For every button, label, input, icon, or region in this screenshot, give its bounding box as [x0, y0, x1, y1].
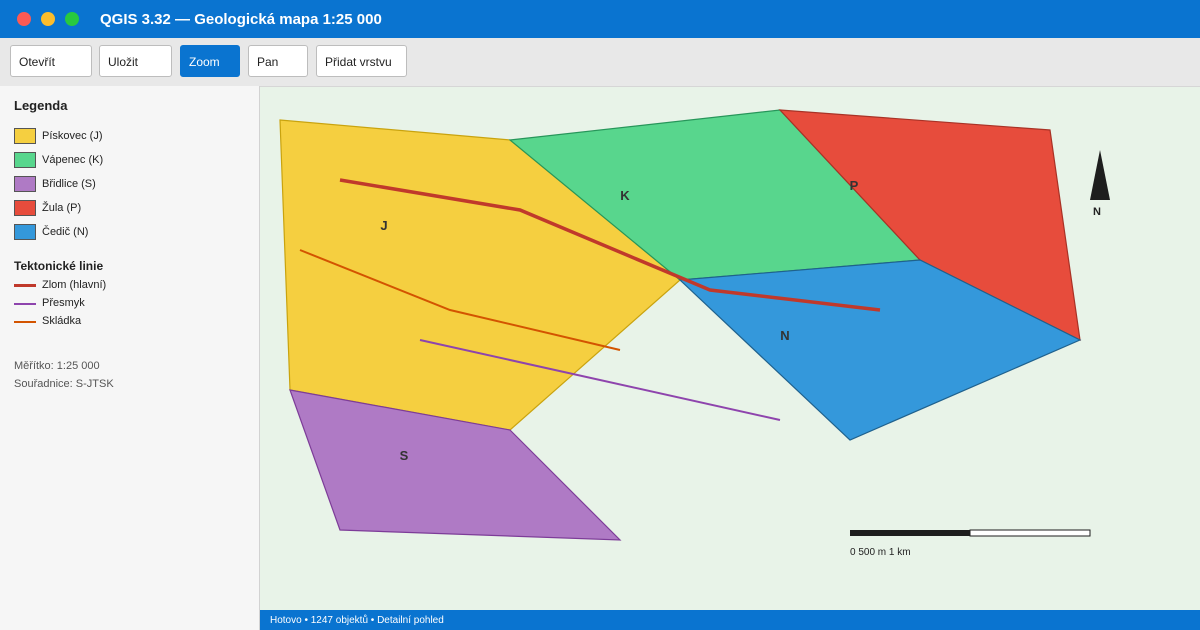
unit-label-s: S: [400, 448, 409, 463]
legend-line-swatch: [14, 321, 36, 323]
legend-swatch: [14, 128, 36, 144]
scale-info: Měřítko: 1:25 000: [14, 360, 100, 372]
close-window-button[interactable]: [17, 12, 31, 26]
north-label: N: [1093, 206, 1101, 218]
pan-button[interactable]: Pan: [248, 45, 308, 77]
scale-bar-white-segment: [969, 529, 1091, 537]
window-title: QGIS 3.32 — Geologická mapa 1:25 000: [100, 11, 382, 28]
legend-label: Pískovec (J): [42, 130, 103, 142]
map-canvas[interactable]: J K P N S N 0 500 m 1 km: [260, 86, 1200, 610]
legend-label: Břidlice (S): [42, 178, 96, 190]
legend-line-label: Zlom (hlavní): [42, 279, 107, 291]
minimize-window-button[interactable]: [41, 12, 55, 26]
legend-title: Legenda: [14, 98, 68, 113]
legend-line-label: Skládka: [42, 315, 82, 327]
unit-label-n: N: [780, 328, 789, 343]
unit-label-k: K: [620, 188, 630, 203]
legend-panel: Legenda Pískovec (J) Vápenec (K) Břidlic…: [0, 86, 260, 630]
status-text: Hotovo • 1247 objektů • Detailní pohled: [270, 615, 444, 626]
open-button[interactable]: Otevřít: [10, 45, 92, 77]
title-bar: QGIS 3.32 — Geologická mapa 1:25 000: [0, 0, 1200, 38]
save-button[interactable]: Uložit: [99, 45, 172, 77]
legend-label: Žula (P): [42, 202, 82, 214]
toolbar: Otevřít Uložit Zoom Pan Přidat vrstvu: [0, 38, 1200, 87]
legend-line-label: Přesmyk: [42, 297, 85, 309]
legend-label: Čedič (N): [42, 226, 89, 238]
zoom-button[interactable]: Zoom: [180, 45, 240, 77]
scale-bar-black-segment: [850, 530, 970, 536]
legend-line-swatch: [14, 284, 36, 287]
unit-label-p: P: [850, 178, 859, 193]
legend-swatch: [14, 224, 36, 240]
legend-swatch: [14, 152, 36, 168]
legend-swatch: [14, 200, 36, 216]
maximize-window-button[interactable]: [65, 12, 79, 26]
legend-swatch: [14, 176, 36, 192]
legend-line-swatch: [14, 303, 36, 305]
north-arrow-icon: [1090, 150, 1110, 200]
scale-bar-label: 0 500 m 1 km: [850, 547, 911, 558]
legend-label: Vápenec (K): [42, 154, 104, 166]
coordinate-system-info: Souřadnice: S-JTSK: [14, 378, 114, 390]
tectonic-lines-title: Tektonické linie: [14, 259, 104, 273]
add-layer-button[interactable]: Přidat vrstvu: [316, 45, 407, 77]
status-bar: Hotovo • 1247 objektů • Detailní pohled: [260, 610, 1200, 630]
unit-label-j: J: [380, 218, 387, 233]
